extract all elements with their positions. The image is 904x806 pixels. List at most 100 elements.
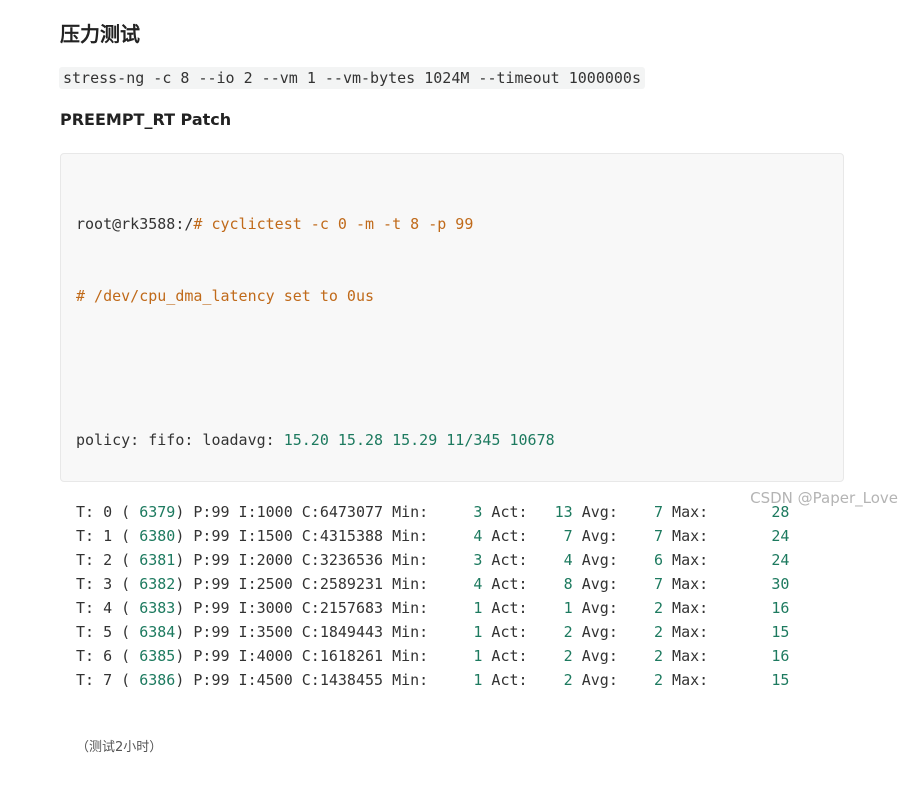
max-label: Max: (663, 527, 709, 545)
thread-avg: 6 (617, 551, 664, 569)
thread-act: 7 (527, 527, 573, 545)
code-block: root@rk3588:/# cyclictest -c 0 -m -t 8 -… (60, 153, 844, 755)
max-label: Max: (663, 623, 709, 641)
thread-avg: 2 (617, 623, 664, 641)
watermark: CSDN @Paper_Love (750, 489, 898, 507)
thread-max: 16 (708, 647, 790, 665)
thread-pid: 6382 (130, 575, 176, 593)
thread-avg: 2 (617, 647, 664, 665)
thread-label: T: 4 ( (76, 599, 131, 617)
thread-avg: 2 (617, 599, 664, 617)
thread-act: 2 (527, 647, 573, 665)
avg-label: Avg: (572, 599, 618, 617)
stress-command-code: stress-ng -c 8 --io 2 --vm 1 --vm-bytes … (59, 67, 645, 89)
thread-min: 1 (428, 671, 483, 689)
thread-max: 16 (708, 599, 790, 617)
thread-act: 8 (527, 575, 573, 593)
thread-row: T: 2 ( 6381) P:99 I:2000 C:3236536 Min: … (76, 548, 789, 572)
thread-label: T: 7 ( (76, 671, 131, 689)
avg-label: Avg: (572, 551, 618, 569)
thread-avg: 7 (617, 575, 664, 593)
avg-label: Avg: (572, 527, 618, 545)
policy-prefix: policy: fifo: loadavg: (76, 431, 284, 449)
thread-label: T: 3 ( (76, 575, 131, 593)
thread-params: ) P:99 I:3500 C:1849443 Min: (175, 623, 429, 641)
thread-max: 24 (708, 527, 790, 545)
thread-max: 30 (708, 575, 790, 593)
thread-act: 2 (527, 671, 573, 689)
thread-min: 1 (428, 647, 483, 665)
thread-params: ) P:99 I:3000 C:2157683 Min: (175, 599, 429, 617)
shell-prompt: root@rk3588:/ (76, 215, 194, 233)
loadavg-values: 15.20 15.28 15.29 11/345 10678 (283, 431, 555, 449)
thread-max: 15 (708, 623, 790, 641)
thread-pid: 6385 (130, 647, 176, 665)
thread-row: T: 6 ( 6385) P:99 I:4000 C:1618261 Min: … (76, 644, 789, 668)
max-label: Max: (663, 647, 709, 665)
act-label: Act: (482, 575, 528, 593)
thread-label: T: 5 ( (76, 623, 131, 641)
thread-params: ) P:99 I:1500 C:4315388 Min: (175, 527, 429, 545)
thread-pid: 6380 (130, 527, 176, 545)
thread-row: T: 7 ( 6386) P:99 I:4500 C:1438455 Min: … (76, 668, 789, 692)
act-label: Act: (482, 503, 528, 521)
avg-label: Avg: (572, 503, 618, 521)
thread-min: 3 (428, 503, 483, 521)
act-label: Act: (482, 551, 528, 569)
duration-note: （测试2小时） (76, 740, 163, 755)
act-label: Act: (482, 623, 528, 641)
thread-min: 3 (428, 551, 483, 569)
policy-line: policy: fifo: loadavg: 15.20 15.28 15.29… (76, 428, 789, 452)
section-heading: 压力测试 (60, 22, 140, 46)
thread-label: T: 1 ( (76, 527, 131, 545)
command-line: root@rk3588:/# cyclictest -c 0 -m -t 8 -… (76, 212, 789, 236)
thread-label: T: 0 ( (76, 503, 131, 521)
max-label: Max: (663, 671, 709, 689)
thread-row: T: 4 ( 6383) P:99 I:3000 C:2157683 Min: … (76, 596, 789, 620)
thread-act: 1 (527, 599, 573, 617)
thread-avg: 7 (617, 503, 664, 521)
thread-rows: T: 0 ( 6379) P:99 I:1000 C:6473077 Min: … (76, 500, 789, 692)
avg-label: Avg: (572, 671, 618, 689)
thread-params: ) P:99 I:2000 C:3236536 Min: (175, 551, 429, 569)
thread-avg: 2 (617, 671, 664, 689)
thread-act: 2 (527, 623, 573, 641)
thread-min: 4 (428, 575, 483, 593)
act-label: Act: (482, 671, 528, 689)
thread-min: 4 (428, 527, 483, 545)
thread-params: ) P:99 I:4000 C:1618261 Min: (175, 647, 429, 665)
avg-label: Avg: (572, 575, 618, 593)
max-label: Max: (663, 575, 709, 593)
thread-min: 1 (428, 623, 483, 641)
thread-row: T: 0 ( 6379) P:99 I:1000 C:6473077 Min: … (76, 500, 789, 524)
act-label: Act: (482, 599, 528, 617)
thread-max: 24 (708, 551, 790, 569)
act-label: Act: (482, 527, 528, 545)
max-label: Max: (663, 551, 709, 569)
thread-pid: 6383 (130, 599, 176, 617)
thread-row: T: 3 ( 6382) P:99 I:2500 C:2589231 Min: … (76, 572, 789, 596)
thread-pid: 6381 (130, 551, 176, 569)
command-text: # cyclictest -c 0 -m -t 8 -p 99 (193, 215, 474, 233)
thread-min: 1 (428, 599, 483, 617)
thread-row: T: 1 ( 6380) P:99 I:1500 C:4315388 Min: … (76, 524, 789, 548)
avg-label: Avg: (572, 647, 618, 665)
thread-label: T: 6 ( (76, 647, 131, 665)
thread-params: ) P:99 I:2500 C:2589231 Min: (175, 575, 429, 593)
thread-pid: 6386 (130, 671, 176, 689)
max-label: Max: (663, 503, 709, 521)
thread-row: T: 5 ( 6384) P:99 I:3500 C:1849443 Min: … (76, 620, 789, 644)
thread-pid: 6379 (130, 503, 176, 521)
avg-label: Avg: (572, 623, 618, 641)
thread-avg: 7 (617, 527, 664, 545)
act-label: Act: (482, 647, 528, 665)
thread-act: 4 (527, 551, 573, 569)
thread-params: ) P:99 I:4500 C:1438455 Min: (175, 671, 429, 689)
comment-line: # /dev/cpu_dma_latency set to 0us (76, 287, 375, 305)
thread-label: T: 2 ( (76, 551, 131, 569)
thread-max: 15 (708, 671, 790, 689)
thread-pid: 6384 (130, 623, 176, 641)
max-label: Max: (663, 599, 709, 617)
code-lines: root@rk3588:/# cyclictest -c 0 -m -t 8 -… (76, 164, 789, 806)
